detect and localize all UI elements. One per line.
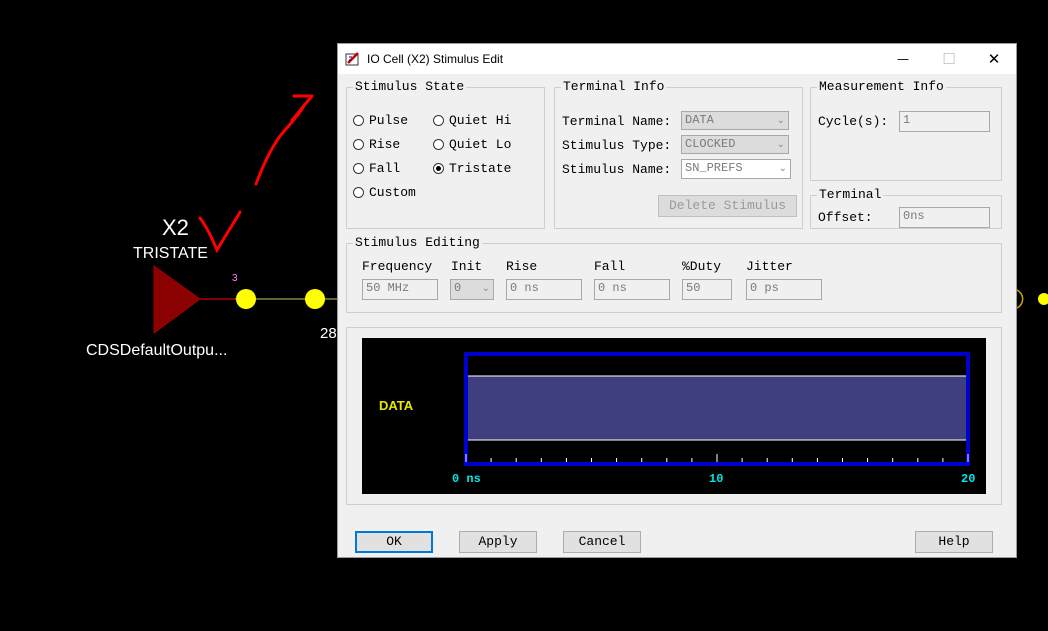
offset-value: 0ns: [903, 209, 925, 223]
chevron-down-icon: ⌄: [776, 139, 785, 150]
stimulus-type-dropdown[interactable]: CLOCKED ⌄: [681, 135, 789, 154]
rise-value: 0 ns: [510, 281, 539, 295]
radio-label: Quiet Hi: [449, 113, 512, 128]
apply-button[interactable]: Apply: [459, 531, 537, 553]
stimulus-type-value: CLOCKED: [685, 137, 736, 151]
node-arc-right: [1016, 289, 1024, 309]
maximize-icon[interactable]: ☐: [926, 44, 972, 74]
ok-button[interactable]: OK: [355, 531, 433, 553]
radio-label: Rise: [369, 137, 401, 152]
annotation-stroke-arrow: [254, 94, 314, 186]
partial-number: 28: [320, 325, 337, 342]
delete-stimulus-button[interactable]: Delete Stimulus: [658, 195, 797, 217]
waveform-tristate-fill: [468, 376, 966, 440]
node-dot-2: [305, 289, 325, 309]
stimulus-state-group: Stimulus State: [346, 79, 545, 229]
node-dot-1: [236, 289, 256, 309]
cycles-field[interactable]: 1: [899, 111, 990, 132]
node-dot-right: [1038, 293, 1048, 305]
terminal-name-label: Terminal Name:: [562, 114, 672, 129]
duty-field[interactable]: 50: [682, 279, 732, 300]
radio-label: Custom: [369, 185, 416, 200]
terminal-info-label: Terminal Info: [561, 79, 667, 95]
jitter-field[interactable]: 0 ps: [746, 279, 822, 300]
stimulus-editing-group: Stimulus Editing: [346, 235, 1002, 313]
jitter-label: Jitter: [746, 259, 793, 274]
stimulus-editing-label: Stimulus Editing: [353, 235, 482, 251]
init-label: Init: [451, 259, 483, 274]
buffer-triangle: [153, 265, 201, 334]
radio-circle-selected[interactable]: [433, 163, 444, 174]
radio-label: Quiet Lo: [449, 137, 512, 152]
fall-field[interactable]: 0 ns: [594, 279, 670, 300]
init-value: 0: [454, 281, 462, 295]
radio-label: Pulse: [369, 113, 409, 128]
init-dropdown[interactable]: 0 ⌄: [450, 279, 494, 300]
time-axis-label-end: 20: [961, 472, 976, 486]
frequency-value: 50 MHz: [366, 281, 410, 295]
fall-value: 0 ns: [598, 281, 627, 295]
terminal-name-value: DATA: [685, 113, 714, 127]
stimulus-name-label: Stimulus Name:: [562, 162, 672, 177]
radio-label: Fall: [369, 161, 401, 176]
radio-custom[interactable]: Custom: [353, 185, 416, 200]
waveform-display: DATA 0 ns 10 20: [362, 338, 986, 494]
frequency-label: Frequency: [362, 259, 433, 274]
rise-field[interactable]: 0 ns: [506, 279, 582, 300]
cancel-button[interactable]: Cancel: [563, 531, 641, 553]
instance-name: X2: [162, 215, 189, 240]
radio-label: Tristate: [449, 161, 512, 176]
radio-rise[interactable]: Rise: [353, 137, 400, 152]
app-icon: [345, 52, 359, 66]
duty-value: 50: [686, 281, 701, 295]
help-button[interactable]: Help: [915, 531, 993, 553]
state-label: TRISTATE: [133, 245, 208, 262]
offset-field[interactable]: 0ns: [899, 207, 990, 228]
window-title: IO Cell (X2) Stimulus Edit: [367, 52, 504, 66]
duty-label: %Duty: [682, 259, 722, 274]
stimulus-name-value: SN_PREFS: [685, 161, 743, 175]
time-axis-label-start: 0 ns: [452, 472, 481, 486]
stimulus-state-label: Stimulus State: [353, 79, 467, 95]
waveform-svg: [464, 352, 970, 466]
frequency-field[interactable]: 50 MHz: [362, 279, 438, 300]
offset-label: Offset:: [818, 210, 873, 225]
radio-quiet-hi[interactable]: Quiet Hi: [433, 113, 511, 128]
radio-circle[interactable]: [433, 115, 444, 126]
stimulus-edit-dialog: IO Cell (X2) Stimulus Edit — ☐ ✕ Stimulu…: [337, 43, 1017, 558]
radio-pulse[interactable]: Pulse: [353, 113, 408, 128]
radio-quiet-lo[interactable]: Quiet Lo: [433, 137, 511, 152]
radio-fall[interactable]: Fall: [353, 161, 400, 176]
fall-label: Fall: [594, 259, 626, 274]
title-bar[interactable]: IO Cell (X2) Stimulus Edit — ☐ ✕: [338, 44, 1016, 74]
radio-circle[interactable]: [353, 163, 364, 174]
time-axis-label-mid: 10: [709, 472, 724, 486]
minimize-icon[interactable]: —: [880, 44, 926, 74]
radio-circle[interactable]: [433, 139, 444, 150]
stimulus-type-label: Stimulus Type:: [562, 138, 672, 153]
rise-label: Rise: [506, 259, 538, 274]
terminal-name-dropdown[interactable]: DATA ⌄: [681, 111, 789, 130]
cycles-label: Cycle(s):: [818, 114, 889, 129]
radio-circle[interactable]: [353, 187, 364, 198]
measurement-info-group: Measurement Info: [810, 79, 1002, 181]
close-icon[interactable]: ✕: [971, 44, 1017, 74]
chevron-down-icon: ⌄: [481, 283, 490, 294]
component-label: CDSDefaultOutpu...: [86, 342, 228, 359]
jitter-value: 0 ps: [750, 281, 779, 295]
chevron-down-icon: ⌄: [778, 163, 787, 174]
pin-number: 3: [232, 273, 238, 284]
measurement-info-label: Measurement Info: [817, 79, 946, 95]
radio-tristate[interactable]: Tristate: [433, 161, 511, 176]
stimulus-name-combobox[interactable]: SN_PREFS ⌄: [681, 159, 791, 179]
time-axis-ticks: [465, 454, 969, 462]
cycles-value: 1: [903, 113, 911, 127]
radio-circle[interactable]: [353, 115, 364, 126]
waveform-signal-label: DATA: [379, 398, 414, 413]
terminal-offset-group-label: Terminal: [817, 187, 884, 203]
chevron-down-icon: ⌄: [776, 115, 785, 126]
radio-circle[interactable]: [353, 139, 364, 150]
